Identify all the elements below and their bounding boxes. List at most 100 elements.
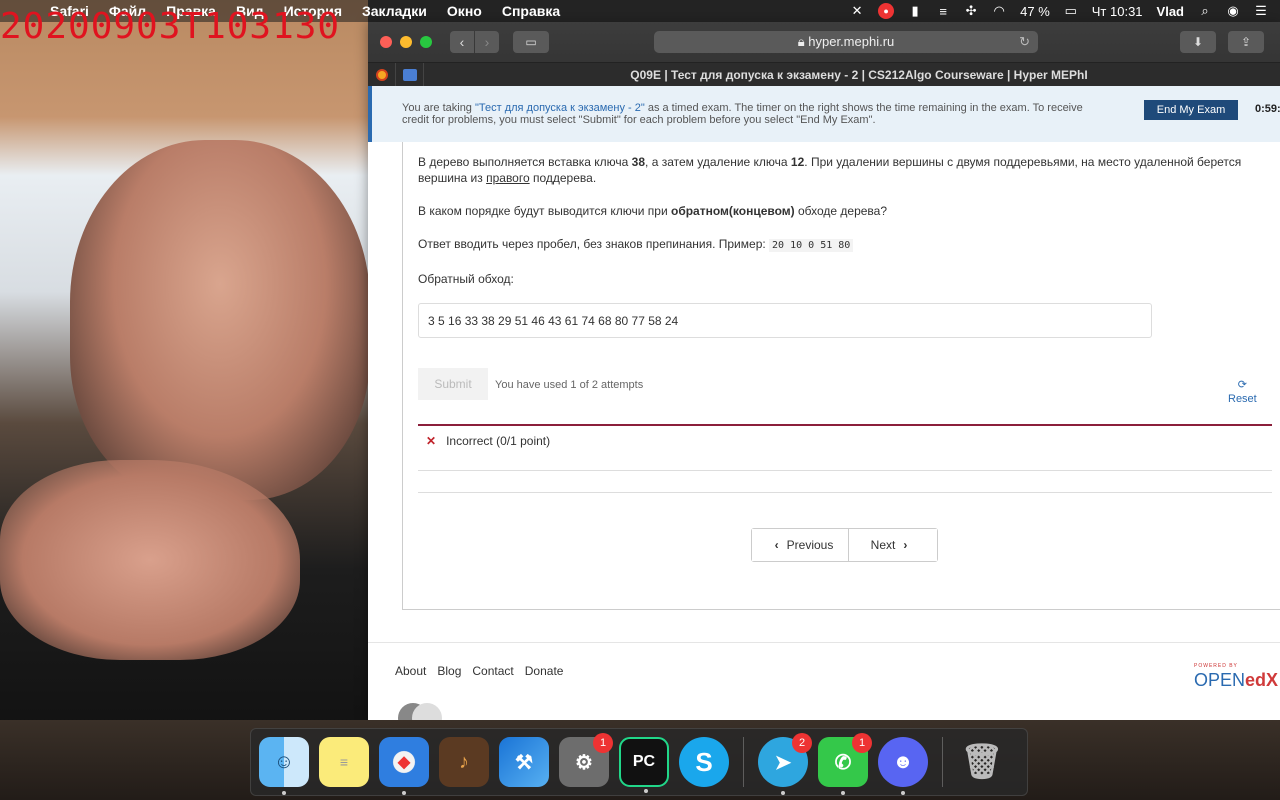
minimize-window-button[interactable] <box>400 36 412 48</box>
exam-msg-prefix: You are taking <box>402 102 475 114</box>
flag-icon[interactable]: ≡ <box>936 4 950 19</box>
sequence-pager: ‹ Previous Next › <box>751 528 938 562</box>
result-divider <box>418 424 1272 426</box>
exam-name-link[interactable]: "Тест для допуска к экзамену - 2" <box>475 102 645 114</box>
example-code: 20 10 0 51 80 <box>769 239 854 252</box>
facetime-icon[interactable]: ✆ 1 <box>818 733 872 795</box>
battery-percent: 47 % <box>1020 3 1050 19</box>
telegram-badge: 2 <box>792 733 812 753</box>
sidebar-toggle-button[interactable]: ▭ <box>513 31 549 53</box>
problem-statement: В дерево выполняется вставка ключа 38, а… <box>418 155 1242 185</box>
language-toggle[interactable] <box>398 703 446 720</box>
facetime-badge: 1 <box>852 733 872 753</box>
chevron-left-icon: ‹ <box>774 538 779 552</box>
pycharm-icon[interactable]: PC <box>619 737 669 793</box>
chevron-right-icon: › <box>903 538 908 552</box>
status-app-icon[interactable]: ● <box>878 3 895 19</box>
system-preferences-icon[interactable]: ⚙ 1 <box>559 733 613 787</box>
share-button[interactable]: ⇪ <box>1228 31 1264 53</box>
exam-timer: 0:59: <box>1255 103 1280 115</box>
pinned-site-icon <box>375 68 388 81</box>
notification-icon[interactable]: ▮ <box>908 3 922 19</box>
vpn-icon[interactable]: ✣ <box>964 3 978 19</box>
footer-link-about[interactable]: About <box>395 664 426 678</box>
openedx-logo[interactable]: POWERED BY OPENedX <box>1194 663 1278 691</box>
page-footer: About Blog Contact Donate POWERED BY OPEN… <box>368 642 1280 720</box>
notes-icon[interactable]: ≡ <box>319 737 369 787</box>
previous-label: Previous <box>786 538 834 552</box>
problem-text: В дерево выполняется вставка ключа 38, а… <box>418 154 1248 304</box>
safari-icon[interactable]: ◆ <box>379 737 429 795</box>
end-exam-button[interactable]: End My Exam <box>1144 100 1238 120</box>
refresh-icon: ⟳ <box>1237 379 1247 391</box>
menubar-clock[interactable]: Чт 10:31 <box>1092 4 1143 19</box>
footer-link-blog[interactable]: Blog <box>437 664 461 678</box>
window-toolbar: ‹ › ▭ 🔒︎ hyper.mephi.ru ↻ ⬇ ⇪ <box>368 22 1280 62</box>
answer-input[interactable] <box>418 303 1152 338</box>
footer-link-donate[interactable]: Donate <box>525 664 564 678</box>
wifi-icon[interactable]: ◠ <box>992 3 1006 19</box>
result-notification: ✕ Incorrect (0/1 point) <box>426 434 550 448</box>
menubar-user[interactable]: Vlad <box>1157 4 1184 19</box>
trash-icon[interactable]: 🗑︎ <box>957 737 1007 787</box>
timestamp-watermark: 20200903T103130 <box>0 6 341 47</box>
forward-button[interactable]: › <box>475 31 499 53</box>
menu-bookmarks[interactable]: Закладки <box>352 3 437 19</box>
pinned-tab-2[interactable] <box>396 62 424 87</box>
downloads-button[interactable]: ⬇ <box>1180 31 1216 53</box>
address-bar[interactable]: 🔒︎ hyper.mephi.ru ↻ <box>654 31 1038 53</box>
webcam-feed <box>0 0 368 730</box>
lock-icon: 🔒︎ <box>797 34 805 49</box>
submit-button[interactable]: Submit <box>418 368 488 400</box>
footer-nav: About Blog Contact Donate <box>395 664 563 678</box>
url-text: hyper.mephi.ru <box>808 34 895 49</box>
next-label: Next <box>870 538 896 552</box>
tool-icon[interactable]: ✕ <box>850 3 864 19</box>
problem-question: В каком порядке будут выводится ключи пр… <box>418 204 888 218</box>
discord-icon[interactable]: ☻ <box>878 737 928 795</box>
pycharm-label: PC <box>632 753 656 770</box>
pinned-tab-1[interactable] <box>368 62 396 87</box>
course-content: В дерево выполняется вставка ключа 38, а… <box>368 142 1280 720</box>
zoom-window-button[interactable] <box>420 36 432 48</box>
divider <box>418 492 1272 493</box>
footer-link-contact[interactable]: Contact <box>472 664 513 678</box>
person-hand <box>0 460 300 660</box>
macos-dock: ☺ ≡ ◆ ♪ ⚒ ⚙ 1 PC S ➤ 2 ✆ 1 ☻ 🗑︎ <box>250 728 1028 796</box>
tab-bar: Q09E | Тест для допуска к экзамену - 2 |… <box>368 62 1280 87</box>
close-window-button[interactable] <box>380 36 392 48</box>
dock-separator <box>942 737 943 787</box>
toggle-track <box>412 703 442 720</box>
divider <box>418 470 1272 471</box>
result-text: Incorrect (0/1 point) <box>446 434 551 448</box>
incorrect-icon: ✕ <box>426 434 437 448</box>
reset-label: Reset <box>1228 393 1257 405</box>
logo-caption: POWERED BY <box>1194 663 1238 669</box>
active-tab-title[interactable]: Q09E | Тест для допуска к экзамену - 2 |… <box>438 63 1280 87</box>
reset-button[interactable]: ⟳ Reset <box>1228 378 1257 406</box>
notification-center-icon[interactable]: ☰ <box>1254 3 1268 19</box>
person-face <box>70 140 368 500</box>
telegram-icon[interactable]: ➤ 2 <box>758 733 812 795</box>
xcode-icon[interactable]: ⚒ <box>499 737 549 787</box>
prefs-badge: 1 <box>593 733 613 753</box>
battery-icon[interactable]: ▭ <box>1064 3 1078 19</box>
menu-help[interactable]: Справка <box>492 3 570 19</box>
finder-icon[interactable]: ☺ <box>259 737 309 795</box>
skype-icon[interactable]: S <box>679 737 729 787</box>
spotlight-search-icon[interactable]: ⌕ <box>1198 3 1212 19</box>
logo-open: OPEN <box>1194 670 1246 690</box>
reload-icon[interactable]: ↻ <box>1019 31 1030 53</box>
next-button[interactable]: Next › <box>849 529 937 561</box>
logo-edx: edX <box>1245 670 1279 690</box>
timed-exam-banner: You are taking "Тест для допуска к экзам… <box>368 86 1280 142</box>
answer-label: Обратный обход: <box>418 272 514 286</box>
menu-window[interactable]: Окно <box>437 3 492 19</box>
siri-icon[interactable]: ◉ <box>1226 3 1240 19</box>
exam-message: You are taking "Тест для допуска к экзам… <box>402 102 1102 126</box>
pinned-site-icon <box>402 68 417 81</box>
previous-button[interactable]: ‹ Previous <box>752 529 849 561</box>
garageband-icon[interactable]: ♪ <box>439 737 489 787</box>
answer-format-hint: Ответ вводить через пробел, без знаков п… <box>418 236 1248 254</box>
back-button[interactable]: ‹ <box>450 31 474 53</box>
